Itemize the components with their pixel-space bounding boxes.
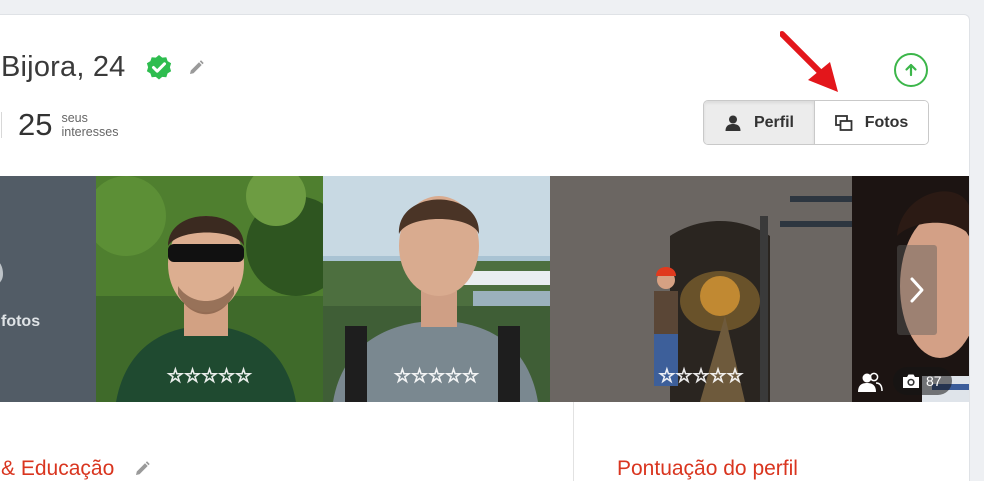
view-toggle: Perfil Fotos — [703, 100, 929, 145]
camera-icon — [903, 374, 919, 388]
photo-tile[interactable]: ☆☆☆☆☆ — [550, 176, 852, 402]
tab-perfil[interactable]: Perfil — [704, 101, 814, 144]
education-title: & Educação — [1, 457, 115, 480]
more-photos-tile[interactable]: fotos — [0, 176, 96, 402]
interests-label-line1: seus — [61, 111, 88, 125]
user-icon — [724, 114, 742, 132]
pencil-icon[interactable] — [133, 460, 151, 478]
rating-stars[interactable]: ☆☆☆☆☆ — [323, 365, 550, 388]
photo-tile[interactable]: ☆☆☆☆☆ — [96, 176, 323, 402]
profile-name-age: Bijora, 24 — [1, 51, 126, 83]
interests-stat: 25 seus interesses — [1, 107, 118, 143]
education-section-header: & Educação — [1, 457, 151, 481]
rating-stars[interactable]: ☆☆☆☆☆ — [550, 365, 852, 388]
more-photos-label: fotos — [1, 313, 41, 330]
rating-stars[interactable]: ☆☆☆☆☆ — [96, 365, 323, 388]
chevron-right-icon — [910, 277, 924, 303]
pencil-icon[interactable] — [187, 59, 205, 77]
tab-fotos-label: Fotos — [864, 113, 909, 131]
tab-fotos[interactable]: Fotos — [814, 101, 928, 144]
tab-perfil-label: Perfil — [753, 113, 794, 131]
interests-label: seus interesses — [61, 111, 118, 139]
group-icon[interactable] — [856, 372, 884, 394]
profile-header: Bijora, 24 — [1, 51, 205, 84]
profile-score-title: Pontuação do perfil — [617, 457, 798, 480]
annotation-arrow-icon — [780, 31, 838, 92]
upload-arrow-icon — [905, 63, 917, 77]
photo-tile[interactable]: ☆☆☆☆☆ — [323, 176, 550, 402]
more-photos-icon — [0, 263, 3, 283]
gallery-next-button[interactable] — [897, 245, 937, 335]
upload-button[interactable] — [894, 53, 928, 87]
photos-icon — [834, 114, 853, 132]
photo-count: 87 — [926, 373, 942, 389]
photo-gallery: fotos ☆☆☆☆☆ ☆☆☆☆☆ ☆☆☆☆☆ — [0, 176, 969, 402]
stat-divider — [1, 112, 2, 138]
interests-count: 25 — [18, 107, 53, 142]
section-divider — [573, 402, 574, 481]
verified-check-icon — [145, 54, 173, 82]
photo-count-badge[interactable]: 87 — [893, 367, 952, 395]
interests-label-line2: interesses — [61, 125, 119, 139]
